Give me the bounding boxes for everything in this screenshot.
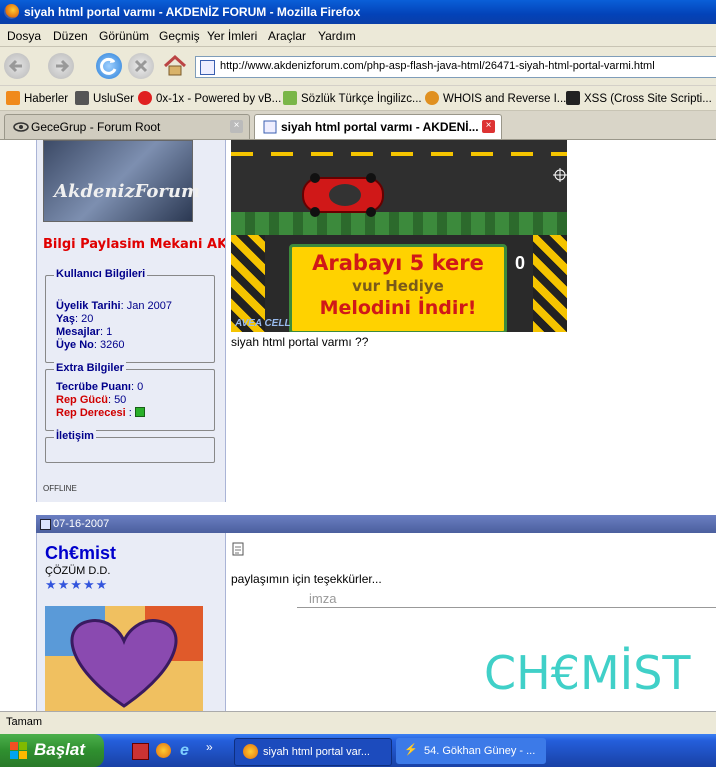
user-age: Yaş: 20 xyxy=(56,313,94,325)
firefox-icon xyxy=(243,744,258,759)
menu-araclar[interactable]: Araçlar xyxy=(268,29,306,43)
page-content: AkdenizForum Bilgi Paylasim Mekani AK Ku… xyxy=(0,140,716,711)
rss-icon xyxy=(6,91,20,105)
post1-user-column: AkdenizForum Bilgi Paylasim Mekani AK Ku… xyxy=(36,140,226,502)
rep-level: Rep Derecesi : xyxy=(56,407,145,419)
post-icon xyxy=(40,519,51,530)
address-url: http://www.akdenizforum.com/php-asp-flas… xyxy=(220,60,655,72)
online-status: OFFLINE xyxy=(43,484,77,493)
contact-box: İletişim xyxy=(45,430,215,463)
home-button[interactable] xyxy=(162,53,188,79)
menu-yer-imleri[interactable]: Yer İmleri xyxy=(207,29,257,43)
user-slogan: Bilgi Paylasim Mekani AK xyxy=(43,237,225,252)
forward-button[interactable] xyxy=(48,53,74,79)
back-arrow-icon xyxy=(8,59,22,73)
flash-ad-banner[interactable]: Arabayı 5 kere vur Hediye Melodini İndir… xyxy=(231,140,567,332)
bookmark-usluser[interactable]: UsluSer xyxy=(75,91,134,105)
tab-siyah-html[interactable]: siyah html portal varmı - AKDENİ... × xyxy=(254,114,502,139)
road-line xyxy=(231,152,567,156)
task-winamp[interactable]: ⚡ 54. Gökhan Güney - ... xyxy=(396,738,546,764)
crosshair-icon xyxy=(553,168,567,182)
bookmark-sozluk[interactable]: Sözlük Türkçe İngilizc... xyxy=(283,91,422,105)
quicklaunch-app-icon[interactable] xyxy=(132,743,149,760)
signature-divider: imza xyxy=(297,589,716,608)
menu-dosya[interactable]: Dosya xyxy=(7,29,41,43)
status-text: Tamam xyxy=(6,716,43,728)
menu-yardim[interactable]: Yardım xyxy=(318,29,356,43)
start-button[interactable]: Başlat xyxy=(0,734,104,767)
page-favicon xyxy=(200,60,215,75)
lightning-icon: ⚡ xyxy=(404,744,418,756)
bookmarks-toolbar: Haberler UsluSer 0x-1x - Powered by vB..… xyxy=(0,86,716,111)
page-icon xyxy=(263,120,277,134)
experience-points: Tecrübe Puanı: 0 xyxy=(56,381,144,393)
menu-duzen[interactable]: Düzen xyxy=(53,29,88,43)
forward-arrow-icon xyxy=(56,59,70,73)
tab-close-icon[interactable]: × xyxy=(482,120,495,133)
post2-avatar xyxy=(45,606,203,711)
ad-message-panel: Arabayı 5 kere vur Hediye Melodini İndir… xyxy=(289,244,507,332)
address-bar[interactable]: http://www.akdenizforum.com/php-asp-flas… xyxy=(195,56,716,78)
reload-icon xyxy=(100,57,117,75)
user-icon xyxy=(75,91,89,105)
eye-icon xyxy=(13,122,29,132)
post2-date: 07-16-2007 xyxy=(53,518,110,530)
stop-button[interactable] xyxy=(128,53,154,79)
bookmark-xss[interactable]: XSS (Cross Site Scripti... xyxy=(566,91,712,105)
post1-message: siyah html portal varmı ?? xyxy=(231,335,369,349)
ad-score: 0 xyxy=(515,253,526,273)
menu-gorunum[interactable]: Görünüm xyxy=(99,29,149,43)
navigation-toolbar: http://www.akdenizforum.com/php-asp-flas… xyxy=(0,47,716,85)
post2-header: 07-16-2007 xyxy=(36,515,716,533)
tab-bar: GeceGrup - Forum Root × siyah html porta… xyxy=(0,111,716,140)
post-document-icon xyxy=(232,542,244,556)
whois-icon xyxy=(425,91,439,105)
quicklaunch-firefox-icon[interactable] xyxy=(156,743,171,758)
ad-brand-logo: AVEA CELL xyxy=(235,318,291,329)
post2-user-column: Ch€mist ÇÖZÜM D.D. ★★★★★ xyxy=(36,533,226,711)
heart-painting-icon xyxy=(45,606,203,711)
bookmark-whois[interactable]: WHOIS and Reverse I... xyxy=(425,91,566,105)
windows-taskbar: Başlat e » siyah html portal var... ⚡ 54… xyxy=(0,734,716,767)
red-car-icon xyxy=(302,173,384,217)
user-avatar: AkdenizForum xyxy=(43,140,200,222)
tab-close-icon[interactable]: × xyxy=(230,120,243,133)
post2-message: paylaşımın için teşekkürler... xyxy=(231,572,382,586)
member-number: Üye No: 3260 xyxy=(56,339,125,351)
menu-bar: Dosya Düzen Görünüm Geçmiş Yer İmleri Ar… xyxy=(0,24,716,47)
back-button[interactable] xyxy=(4,53,30,79)
rs-icon xyxy=(566,91,580,105)
windows-logo-icon xyxy=(10,742,27,759)
star-burst-icon xyxy=(138,91,152,105)
bookmark-0x-1x[interactable]: 0x-1x - Powered by vB... xyxy=(138,91,281,105)
status-bar: Tamam xyxy=(0,711,716,734)
signature-label: imza xyxy=(309,591,337,606)
dictionary-icon xyxy=(283,91,297,105)
post-count: Mesajlar: 1 xyxy=(56,326,113,338)
post2-user-rank: ÇÖZÜM D.D. xyxy=(45,565,111,577)
extra-info-box: Extra Bilgiler Tecrübe Puanı: 0 Rep Gücü… xyxy=(45,362,215,431)
rep-green-icon xyxy=(134,407,145,417)
home-icon xyxy=(163,54,187,76)
menu-gecmis[interactable]: Geçmiş xyxy=(159,29,200,43)
rep-power: Rep Gücü: 50 xyxy=(56,394,127,406)
join-date: Üyelik Tarihi: Jan 2007 xyxy=(56,300,172,312)
stop-icon xyxy=(134,59,148,73)
bookmark-haberler[interactable]: Haberler xyxy=(6,91,68,105)
quicklaunch-more-icon[interactable]: » xyxy=(206,740,213,754)
user-info-box: Kullanıcı Bilgileri Üyelik Tarihi: Jan 2… xyxy=(45,268,215,363)
signature-text: CH€MİST xyxy=(484,646,691,700)
reload-button[interactable] xyxy=(96,53,122,79)
window-title-bar[interactable]: siyah html portal varmı - AKDENİZ FORUM … xyxy=(0,0,716,24)
tab-gecegrup[interactable]: GeceGrup - Forum Root × xyxy=(4,114,250,139)
window-title: siyah html portal varmı - AKDENİZ FORUM … xyxy=(24,5,361,19)
quicklaunch-ie-icon[interactable]: e xyxy=(180,742,189,760)
hazard-stripe-right xyxy=(533,235,567,332)
firefox-icon xyxy=(4,4,19,19)
rank-stars-icon: ★★★★★ xyxy=(45,577,109,592)
post2-username[interactable]: Ch€mist xyxy=(45,543,116,564)
task-firefox-window[interactable]: siyah html portal var... xyxy=(234,738,392,766)
